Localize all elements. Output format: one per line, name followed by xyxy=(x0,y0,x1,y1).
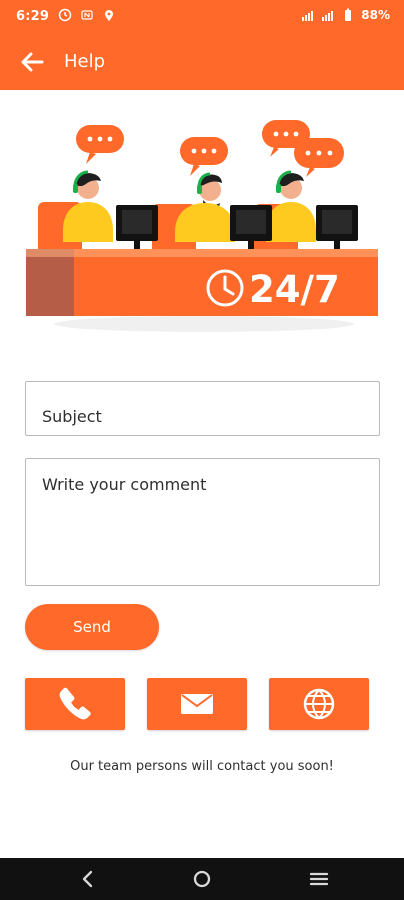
website-contact-button[interactable] xyxy=(269,678,369,730)
back-nav-icon xyxy=(82,870,93,888)
help-screen: 6:29 88% Help 24/7 Subject Write your co… xyxy=(0,0,404,900)
signal-icon xyxy=(301,8,315,22)
signal-icon xyxy=(321,8,335,22)
nfc-icon xyxy=(80,8,94,22)
arrow-left-icon xyxy=(21,52,44,72)
home-nav-icon xyxy=(193,870,211,888)
subject-field[interactable] xyxy=(25,381,380,436)
page-title: Help xyxy=(64,51,106,72)
speech-bubble-icon xyxy=(76,125,124,164)
home-nav-button[interactable] xyxy=(190,867,214,891)
send-button[interactable]: Send xyxy=(25,604,159,650)
system-navigation-bar xyxy=(0,858,404,900)
menu-nav-icon xyxy=(309,872,329,886)
monitor-icon xyxy=(316,205,358,250)
monitor-icon xyxy=(116,205,158,250)
status-time: 6:29 xyxy=(16,9,50,24)
clock-icon xyxy=(58,8,72,22)
status-right-icons: 88% xyxy=(301,8,390,22)
location-icon xyxy=(102,8,116,22)
battery-icon xyxy=(341,8,355,22)
contact-note: Our team persons will contact you soon! xyxy=(70,759,334,774)
email-contact-button[interactable] xyxy=(147,678,247,730)
comment-field[interactable] xyxy=(25,458,380,586)
phone-icon xyxy=(59,687,91,720)
support-hours-label: 24/7 xyxy=(249,268,340,311)
phone-contact-button[interactable] xyxy=(25,678,125,730)
support-illustration: 24/7 xyxy=(26,120,378,332)
speech-bubble-icon xyxy=(294,138,344,177)
back-nav-button[interactable] xyxy=(76,867,100,891)
battery-percent: 88% xyxy=(361,8,390,22)
comment-input[interactable] xyxy=(26,459,379,585)
app-bar: Help xyxy=(0,34,404,90)
back-button[interactable] xyxy=(18,48,46,76)
email-icon xyxy=(181,694,213,714)
globe-icon xyxy=(303,688,335,720)
subject-input[interactable] xyxy=(26,382,379,435)
speech-bubble-icon xyxy=(180,137,228,176)
status-left-icons xyxy=(58,8,116,22)
menu-nav-button[interactable] xyxy=(307,867,331,891)
status-bar: 6:29 88% xyxy=(0,0,404,34)
